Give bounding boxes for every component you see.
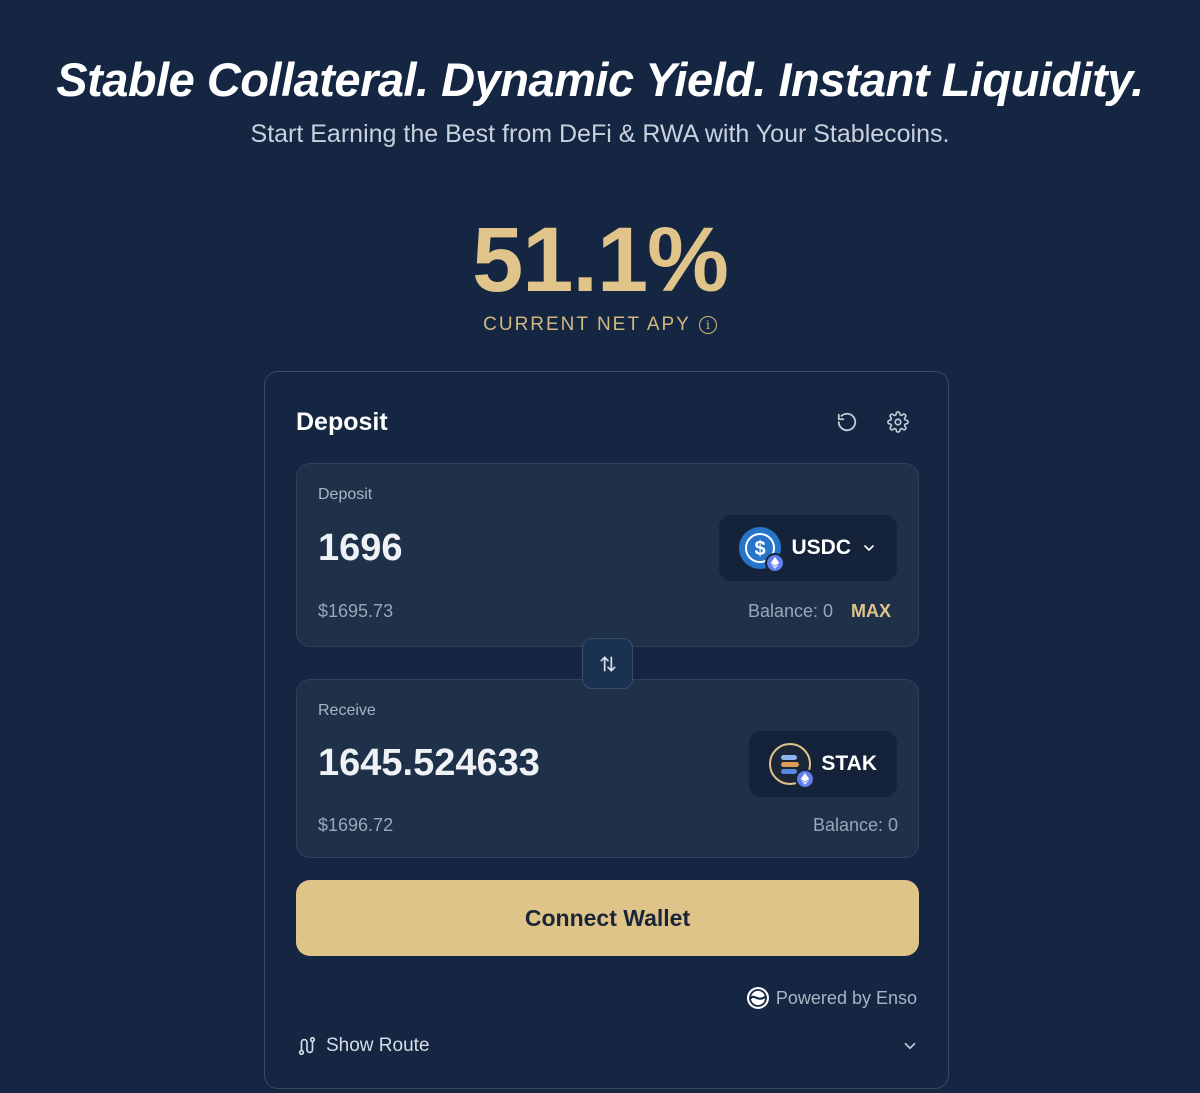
deposit-panel: Deposit 1696 $ USDC $1695.73 Balance: 0 … [296,463,919,647]
ethereum-badge-icon [765,553,786,573]
deposit-usd-value: $1695.73 [318,601,394,621]
deposit-amount-input[interactable]: 1696 [318,527,403,570]
powered-by: Powered by Enso [746,986,917,1010]
hero-title: Stable Collateral. Dynamic Yield. Instan… [56,53,1144,106]
token-symbol-stak: STAK [821,752,877,775]
token-select-usdc[interactable]: $ USDC [719,515,897,581]
refresh-icon[interactable] [833,408,861,436]
deposit-balance-row: Balance: 0 MAX [748,601,891,622]
show-route-left: Show Route [296,1035,430,1057]
show-route-toggle[interactable]: Show Route [296,1031,919,1061]
receive-amount: 1645.524633 [318,742,540,784]
show-route-label: Show Route [326,1035,430,1056]
apy-label-row: CURRENT NET APY i [0,314,1200,336]
stak-icon [769,743,816,789]
apy-label: CURRENT NET APY [483,314,691,335]
token-stak: STAK [749,731,897,797]
hero-subtitle: Start Earning the Best from DeFi & RWA w… [250,120,950,148]
receive-label: Receive [318,702,376,719]
card-title: Deposit [296,408,388,436]
deposit-card: Deposit Deposit 1696 $ USDC $1695.73 Bal… [264,371,949,1089]
deposit-balance: Balance: 0 [747,601,833,621]
powered-by-text: Powered by Enso [775,987,917,1008]
max-button[interactable]: MAX [851,601,891,622]
swap-direction-button[interactable] [582,638,633,689]
enso-logo-icon [746,987,769,1009]
usdc-icon: $ [739,527,786,573]
receive-panel: Receive 1645.524633 STAK $1696.72 Balanc… [296,679,919,858]
chevron-down-icon [904,1042,916,1050]
apy-value: 51.1% [472,209,729,311]
swap-arrows-icon [600,656,615,671]
token-symbol-usdc: USDC [791,536,851,559]
ethereum-badge-icon [795,769,816,789]
route-icon [298,1036,316,1056]
receive-balance-row: Balance: 0 [813,815,898,836]
receive-balance: Balance: 0 [812,815,898,835]
deposit-label: Deposit [318,486,373,503]
connect-wallet-button[interactable]: Connect Wallet [296,880,919,956]
info-icon[interactable]: i [698,316,717,334]
svg-text:$: $ [755,538,766,560]
gear-icon[interactable] [884,408,912,436]
receive-usd-value: $1696.72 [318,815,394,835]
chevron-down-icon [861,540,877,556]
